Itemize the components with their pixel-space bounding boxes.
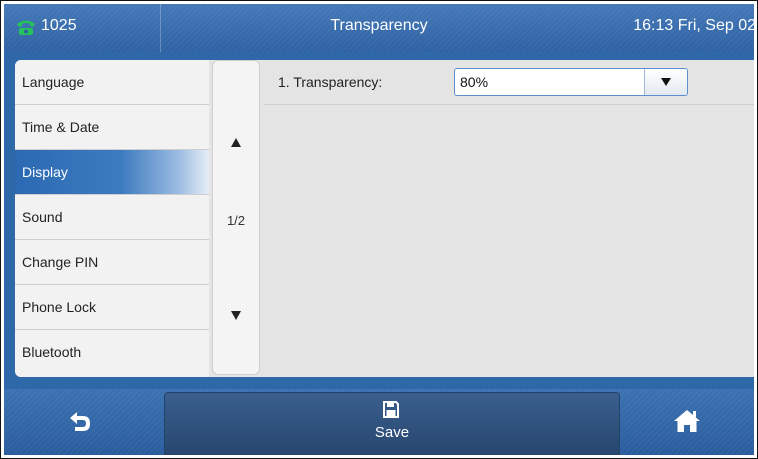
- scroll-up-icon[interactable]: [231, 138, 241, 147]
- menu-item-change-pin[interactable]: Change PIN: [15, 240, 209, 285]
- scroll-down-icon[interactable]: [231, 311, 241, 320]
- settings-menu: Language Time & Date Display Sound Chang…: [15, 60, 209, 377]
- page-indicator: 1/2: [226, 213, 246, 228]
- back-button[interactable]: [4, 389, 162, 455]
- main-content: Language Time & Date Display Sound Chang…: [15, 60, 754, 377]
- save-button[interactable]: Save: [164, 392, 620, 455]
- status-bar: 1025 Transparency 16:13 Fri, Sep 02: [4, 4, 754, 52]
- dropdown-button[interactable]: [644, 69, 687, 95]
- phone-screen: 1025 Transparency 16:13 Fri, Sep 02 Lang…: [0, 0, 758, 459]
- save-label: Save: [374, 424, 410, 441]
- back-arrow-icon: [70, 412, 90, 431]
- clock: 16:13 Fri, Sep 02: [633, 17, 754, 34]
- menu-item-language[interactable]: Language: [15, 60, 209, 105]
- screen-body: 1025 Transparency 16:13 Fri, Sep 02 Lang…: [4, 4, 754, 455]
- menu-item-phone-lock[interactable]: Phone Lock: [15, 285, 209, 330]
- menu-item-display[interactable]: Display: [15, 150, 209, 195]
- menu-item-sound[interactable]: Sound: [15, 195, 209, 240]
- home-icon: [674, 410, 700, 432]
- menu-scroller: 1/2: [212, 60, 260, 375]
- floppy-disk-icon: [383, 401, 399, 418]
- menu-item-bluetooth[interactable]: Bluetooth: [15, 330, 209, 375]
- home-button[interactable]: [624, 389, 754, 455]
- transparency-row: 1. Transparency: 80%: [264, 60, 754, 105]
- transparency-value: 80%: [460, 74, 489, 90]
- softkey-bar: Save: [4, 389, 754, 455]
- menu-item-time-date[interactable]: Time & Date: [15, 105, 209, 150]
- transparency-select[interactable]: 80%: [454, 68, 688, 96]
- transparency-label: 1. Transparency:: [278, 74, 383, 90]
- chevron-down-icon: [661, 78, 671, 86]
